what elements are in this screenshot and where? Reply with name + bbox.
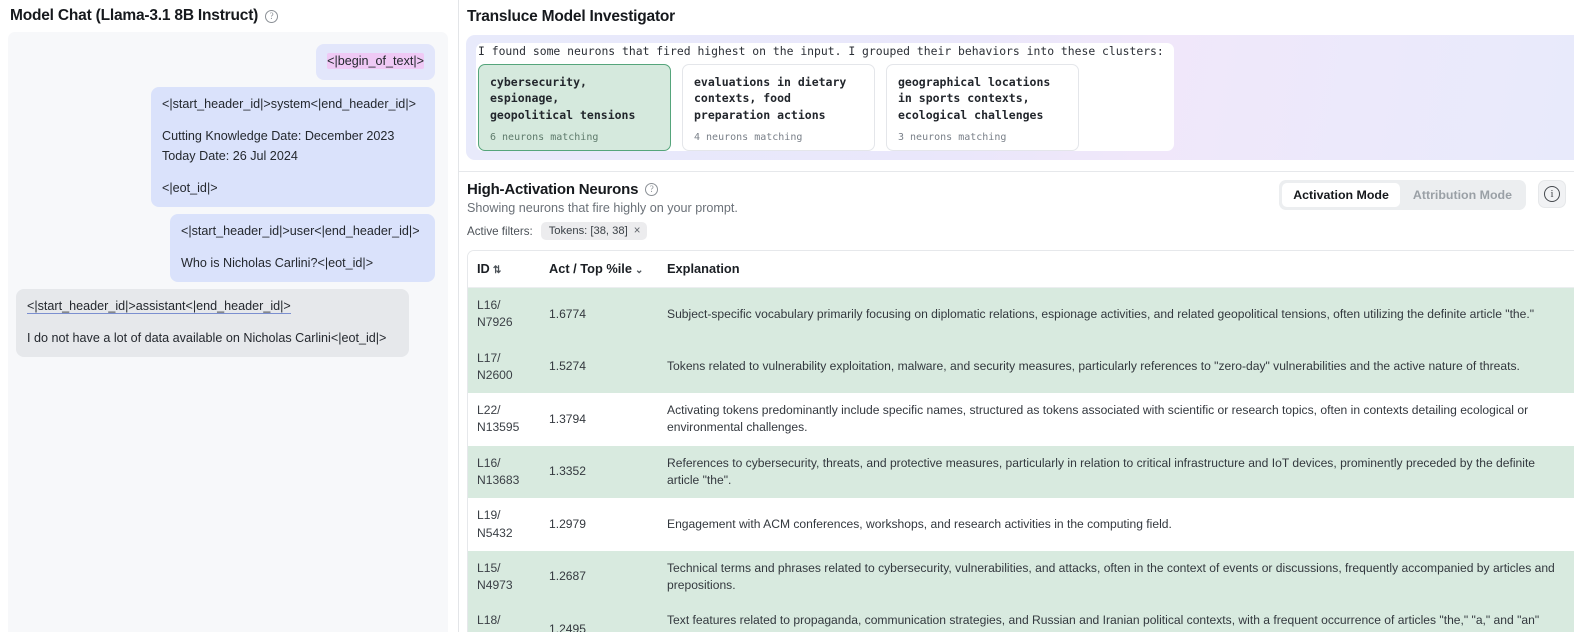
table-row[interactable]: L18/ N3276 1.2495 Text features related to… — [468, 603, 1574, 632]
investigator-title: Transluce Model Investigator — [467, 8, 676, 25]
cell-activation-value: 1.3352 — [549, 464, 586, 479]
chat-message-system[interactable]: <|start_header_id|>system<|end_header_id… — [151, 86, 435, 207]
cluster-card-list: cybersecurity, espionage, geopolitical t… — [476, 64, 1564, 151]
clusters-intro-text: I found some neurons that fired highest … — [478, 44, 1164, 58]
chat-transcript[interactable]: <|begin_of_text|> <|start_header_id|>sys… — [8, 32, 448, 632]
chat-message-begin-of-text[interactable]: <|begin_of_text|> — [316, 44, 435, 80]
chat-message-user[interactable]: <|start_header_id|>user<|end_header_id|>… — [170, 213, 435, 282]
table-row[interactable]: L17/ N2600 1.5274 Tokens related to vulner… — [468, 340, 1574, 394]
section-title: High-Activation Neurons — [467, 181, 639, 198]
chat-title: Model Chat (Llama-3.1 8B Instruct) — [10, 7, 259, 24]
neurons-table: ID ⇅ Act / Top %ile ⌄ Explanation L16/ N79… — [468, 251, 1574, 632]
chat-header: Model Chat (Llama-3.1 8B Instruct) ? — [8, 7, 448, 32]
cell-explanation: Activating tokens predominantly include … — [667, 403, 1529, 435]
mode-toggle-group: Activation Mode Attribution Mode — [1279, 180, 1526, 210]
cell-activation-value: 1.6774 — [549, 306, 586, 321]
question-circle-icon[interactable]: ? — [265, 9, 279, 23]
filter-chip-tokens[interactable]: Tokens: [38, 38] × — [540, 222, 648, 240]
cluster-card-geographical[interactable]: geographical locations in sports context… — [886, 64, 1079, 151]
cell-neuron-id: L15/ N4973 — [477, 560, 513, 593]
column-header-id[interactable]: ID ⇅ — [468, 251, 540, 288]
assistant-text: I do not have a lot of data available on… — [27, 331, 387, 346]
active-filters-row: Active filters: Tokens: [38, 38] × — [467, 222, 1574, 240]
cluster-label: geographical locations in sports context… — [898, 75, 1051, 122]
cell-activation-value: 1.5274 — [549, 359, 586, 374]
info-button[interactable]: i — [1538, 180, 1566, 208]
cell-activation-value: 1.3794 — [549, 411, 586, 426]
cluster-neuron-count: 4 neurons matching — [694, 131, 803, 143]
table-body: L16/ N7926 1.6774 Subject-specific vocabul… — [468, 287, 1574, 632]
token-begin-of-text: <|begin_of_text|> — [327, 53, 424, 69]
column-header-id-label: ID — [477, 261, 490, 276]
cell-neuron-id: L22/ N13595 — [477, 403, 520, 435]
app-root: Model Chat (Llama-3.1 8B Instruct) ? <|b… — [0, 0, 1574, 632]
system-today-date: Today Date: 26 Jul 2024 — [162, 148, 298, 163]
table-row[interactable]: L19/ N5432 1.2979 Engagement with ACM conf… — [468, 498, 1574, 551]
table-row[interactable]: L16/ N7926 1.6774 Subject-specific vocabul… — [468, 287, 1574, 341]
cell-explanation: Tokens related to vulnerability exploita… — [667, 359, 1520, 374]
cluster-neuron-count: 3 neurons matching — [898, 131, 1007, 143]
system-cutoff-date: Cutting Knowledge Date: December 2023 — [162, 129, 395, 144]
column-header-act[interactable]: Act / Top %ile ⌄ — [540, 251, 658, 288]
table-row[interactable]: L22/ N13595 1.3794 Activating tokens predo… — [468, 393, 1574, 446]
column-header-act-label: Act / Top %ile — [549, 261, 632, 276]
column-header-explanation[interactable]: Explanation — [658, 251, 1574, 288]
active-filters-label: Active filters: — [467, 224, 533, 238]
cluster-label: cybersecurity, espionage, geopolitical t… — [490, 75, 636, 122]
table-head: ID ⇅ Act / Top %ile ⌄ Explanation — [468, 251, 1574, 288]
user-text: Who is Nicholas Carlini?<|eot_id|> — [181, 256, 374, 271]
cell-explanation: Technical terms and phrases related to c… — [667, 560, 1555, 593]
system-header-token: <|start_header_id|>system<|end_header_id… — [162, 96, 416, 111]
cell-activation-value: 1.2687 — [549, 569, 586, 584]
high-activation-header: High-Activation Neurons ? Showing neuron… — [459, 172, 1574, 240]
cluster-card-cybersecurity[interactable]: cybersecurity, espionage, geopolitical t… — [478, 64, 671, 151]
neurons-table-container[interactable]: ID ⇅ Act / Top %ile ⌄ Explanation L16/ N79… — [467, 250, 1574, 632]
info-circle-icon: i — [1544, 186, 1560, 202]
table-row[interactable]: L15/ N4973 1.2687 Technical terms and phra… — [468, 550, 1574, 604]
question-circle-icon[interactable]: ? — [645, 183, 659, 196]
system-eot-token: <|eot_id|> — [162, 181, 218, 196]
cell-neuron-id: L19/ N5432 — [477, 508, 513, 540]
cell-neuron-id: L17/ N2600 — [477, 350, 513, 382]
cell-neuron-id: L16/ N13683 — [477, 455, 520, 487]
column-header-explanation-label: Explanation — [667, 261, 740, 276]
cell-explanation: Subject-specific vocabulary primarily fo… — [667, 306, 1535, 321]
chevron-down-icon[interactable]: ⌄ — [635, 265, 643, 276]
close-icon[interactable]: × — [634, 225, 641, 237]
filter-chip-label: Tokens: [38, 38] — [548, 225, 628, 237]
table-row[interactable]: L16/ N13683 1.3352 References to cybersecu… — [468, 445, 1574, 499]
cell-activation-value: 1.2495 — [549, 622, 586, 632]
user-header-token: <|start_header_id|>user<|end_header_id|> — [181, 223, 420, 238]
clusters-panel: I found some neurons that fired highest … — [466, 35, 1574, 160]
cell-neuron-id: L16/ N7926 — [477, 298, 513, 330]
model-investigator-panel: Transluce Model Investigator I found som… — [459, 0, 1574, 632]
cell-explanation: Engagement with ACM conferences, worksho… — [667, 516, 1172, 531]
cluster-neuron-count: 6 neurons matching — [490, 131, 599, 143]
table-header-row: ID ⇅ Act / Top %ile ⌄ Explanation — [468, 251, 1574, 288]
tab-attribution-mode[interactable]: Attribution Mode — [1402, 183, 1523, 207]
cluster-card-dietary[interactable]: evaluations in dietary contexts, food pr… — [682, 64, 875, 151]
sort-updown-icon[interactable]: ⇅ — [493, 265, 501, 276]
model-chat-panel: Model Chat (Llama-3.1 8B Instruct) ? <|b… — [0, 0, 459, 632]
cell-neuron-id: L18/ N3276 — [477, 613, 513, 632]
cell-activation-value: 1.2979 — [549, 516, 586, 531]
clusters-content: I found some neurons that fired highest … — [476, 43, 1564, 151]
chat-message-assistant[interactable]: <|start_header_id|>assistant<|end_header… — [16, 288, 409, 357]
cell-explanation: Text features related to propaganda, com… — [667, 613, 1540, 632]
cluster-label: evaluations in dietary contexts, food pr… — [694, 75, 847, 122]
assistant-header-token: <|start_header_id|>assistant<|end_header… — [27, 297, 398, 317]
tab-activation-mode[interactable]: Activation Mode — [1282, 183, 1400, 207]
assistant-header-token-text: <|start_header_id|>assistant<|end_header… — [27, 298, 291, 314]
cell-explanation: References to cybersecurity, threats, an… — [667, 455, 1536, 487]
